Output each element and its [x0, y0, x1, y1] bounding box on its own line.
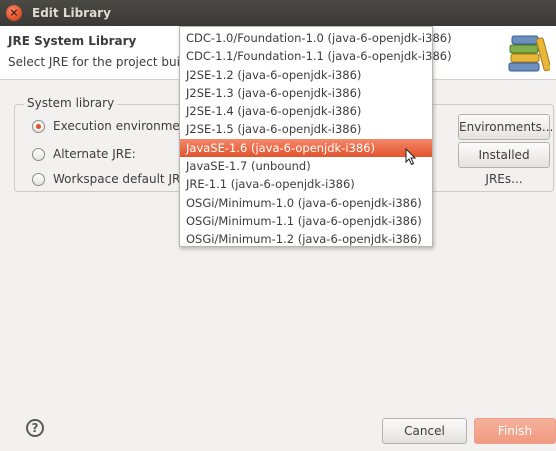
alternate-jre-option[interactable]: Alternate JRE: — [32, 147, 136, 161]
cancel-button[interactable]: Cancel — [382, 418, 467, 444]
header-title: JRE System Library — [8, 34, 137, 48]
dropdown-item[interactable]: J2SE-1.4 (java-6-openjdk-i386) — [180, 102, 432, 120]
execution-environment-option[interactable]: Execution environment: — [32, 119, 196, 133]
environments-button[interactable]: Environments... — [458, 114, 553, 140]
alternate-jre-radio[interactable] — [32, 147, 45, 161]
execution-environment-dropdown-list[interactable]: CDC-1.0/Foundation-1.0 (java-6-openjdk-i… — [179, 26, 452, 248]
workspace-default-radio[interactable] — [32, 172, 45, 186]
mouse-pointer-icon — [405, 148, 417, 166]
dropdown-item[interactable]: CDC-1.0/Foundation-1.0 (java-6-openjdk-i… — [180, 29, 452, 47]
system-library-legend: System library — [24, 96, 118, 110]
dropdown-item[interactable]: JRE-1.1 (java-6-openjdk-i386) — [180, 175, 432, 193]
dropdown-item[interactable]: OSGi/Minimum-1.2 (java-6-openjdk-i386) — [180, 230, 432, 248]
dropdown-item[interactable]: J2SE-1.5 (java-6-openjdk-i386) — [180, 120, 432, 138]
workspace-default-option[interactable]: Workspace default JRE (j — [32, 172, 200, 186]
execution-environment-label: Execution environment: — [53, 119, 197, 133]
dropdown-item[interactable]: J2SE-1.2 (java-6-openjdk-i386) — [180, 66, 432, 84]
finish-button[interactable]: Finish — [474, 418, 556, 444]
execution-environment-radio[interactable] — [32, 119, 45, 133]
dropdown-item[interactable]: OSGi/Minimum-1.1 (java-6-openjdk-i386) — [180, 212, 432, 230]
alternate-jre-label: Alternate JRE: — [53, 147, 136, 161]
workspace-default-label: Workspace default JRE (j — [53, 172, 200, 186]
dropdown-item[interactable]: J2SE-1.3 (java-6-openjdk-i386) — [180, 84, 432, 102]
help-icon[interactable]: ? — [26, 419, 44, 437]
dropdown-item[interactable]: JavaSE-1.7 (unbound) — [180, 157, 432, 175]
header-description: Select JRE for the project buil — [8, 55, 184, 69]
dropdown-item-selected[interactable]: JavaSE-1.6 (java-6-openjdk-i386) — [180, 138, 432, 158]
close-button[interactable]: × — [6, 5, 22, 21]
installed-jres-button[interactable]: Installed JREs... — [458, 142, 550, 186]
library-books-icon — [508, 35, 550, 72]
close-icon: × — [9, 6, 19, 19]
title-bar: × Edit Library — [0, 0, 556, 26]
dropdown-item[interactable]: CDC-1.1/Foundation-1.1 (java-6-openjdk-i… — [180, 47, 452, 65]
dropdown-item[interactable]: OSGi/Minimum-1.0 (java-6-openjdk-i386) — [180, 194, 432, 212]
window-title: Edit Library — [32, 6, 111, 20]
